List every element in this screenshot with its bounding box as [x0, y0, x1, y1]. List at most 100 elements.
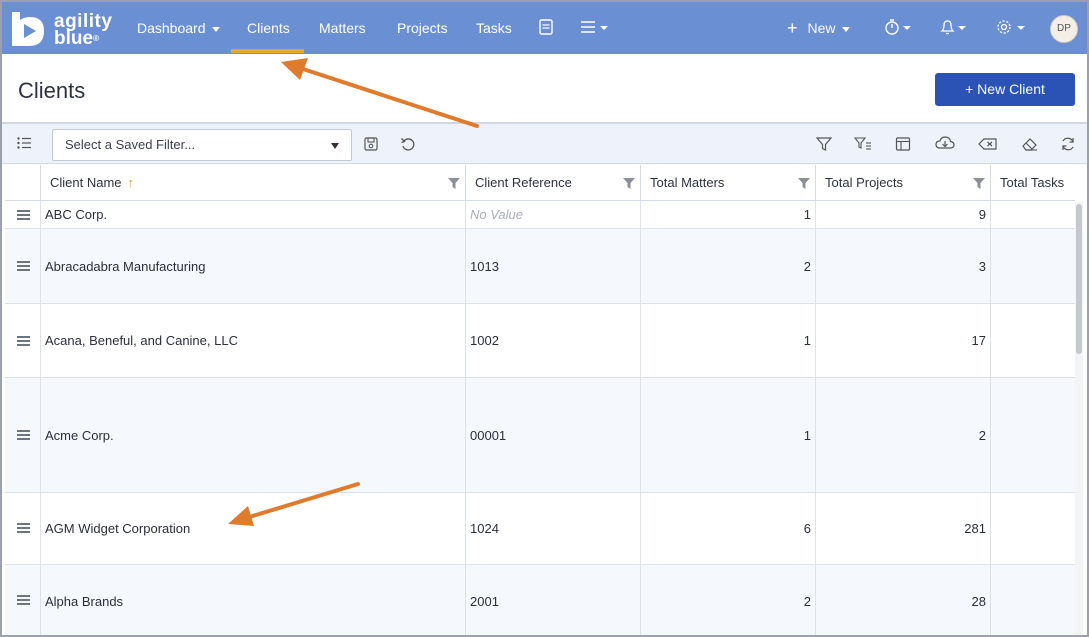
new-client-button[interactable]: + New Client: [935, 73, 1075, 106]
menu-icon[interactable]: [580, 18, 610, 38]
cell-total-tasks: [990, 493, 1075, 564]
saved-filter-placeholder: Select a Saved Filter...: [65, 137, 196, 152]
logo-mark-icon: [8, 10, 50, 50]
cell-total-tasks: [990, 201, 1075, 228]
documents-icon[interactable]: [537, 18, 557, 38]
save-icon[interactable]: [363, 136, 381, 154]
list-icon[interactable]: [16, 135, 34, 153]
nav-clients[interactable]: Clients: [247, 2, 290, 54]
sort-ascending-icon[interactable]: ↑: [128, 175, 135, 190]
column-header-label: Total Matters: [650, 175, 725, 190]
page-title: Clients: [18, 78, 86, 103]
timer-icon[interactable]: [884, 18, 912, 38]
cell-total-tasks: [990, 378, 1075, 492]
nav-dashboard[interactable]: Dashboard: [137, 2, 220, 54]
registered-mark: ®: [93, 33, 99, 43]
active-tab-indicator: [231, 49, 304, 53]
user-avatar[interactable]: DP: [1050, 15, 1078, 43]
column-filter-icon[interactable]: [973, 178, 985, 189]
chevron-down-icon: [211, 26, 220, 32]
cell-client-name[interactable]: AGM Widget Corporation: [40, 493, 465, 564]
filter-list-icon[interactable]: [853, 136, 872, 154]
cell-client-name[interactable]: Acme Corp.: [40, 378, 465, 492]
column-header-total-tasks[interactable]: Total Tasks: [990, 165, 1075, 201]
column-header-total-matters[interactable]: Total Matters: [640, 165, 815, 201]
cell-total-projects: 2: [815, 378, 990, 492]
vertical-scrollbar[interactable]: [1075, 202, 1083, 635]
refresh-icon[interactable]: [1060, 136, 1078, 154]
cell-total-matters: 1: [640, 304, 815, 377]
top-navigation-bar: agility blue® Dashboard Clients Matters …: [2, 2, 1087, 54]
logo-text-line2: blue: [54, 27, 94, 49]
clients-grid: Client Name ↑ Client Reference Total Matt…: [5, 165, 1075, 635]
nav-matters-label: Matters: [319, 20, 366, 36]
column-header-client-reference[interactable]: Client Reference: [465, 165, 640, 201]
cell-client-reference: 00001: [465, 378, 640, 492]
cell-client-name[interactable]: Acana, Beneful, and Canine, LLC: [40, 304, 465, 377]
nav-tasks[interactable]: Tasks: [476, 2, 512, 54]
cell-client-reference: 1013: [465, 229, 640, 303]
column-header-label: Client Name: [50, 175, 122, 190]
cell-total-projects: 281: [815, 493, 990, 564]
cell-total-projects: 17: [815, 304, 990, 377]
dropdown-caret-icon: [331, 143, 339, 149]
nav-projects-label: Projects: [397, 20, 448, 36]
columns-icon[interactable]: [895, 136, 913, 154]
saved-filter-select[interactable]: Select a Saved Filter...: [52, 129, 352, 161]
chevron-down-icon: [841, 26, 850, 32]
cell-client-reference: 2001: [465, 565, 640, 635]
nav-projects[interactable]: Projects: [397, 2, 448, 54]
drag-handle-icon[interactable]: [17, 261, 30, 271]
annotation-arrow-icon: [281, 58, 479, 128]
drag-handle-icon[interactable]: [17, 523, 30, 533]
settings-gear-icon[interactable]: [996, 18, 1026, 38]
cell-total-matters: 2: [640, 229, 815, 303]
eraser-icon[interactable]: [1020, 136, 1038, 154]
table-row[interactable]: Acana, Beneful, and Canine, LLC 1002 1 1…: [5, 304, 1075, 378]
column-filter-icon[interactable]: [623, 178, 635, 189]
column-header-label: Client Reference: [475, 175, 572, 190]
column-header-client-name[interactable]: Client Name ↑: [40, 165, 465, 201]
cell-client-name[interactable]: Abracadabra Manufacturing: [40, 229, 465, 303]
cloud-download-icon[interactable]: [935, 135, 955, 153]
cell-total-matters: 1: [640, 378, 815, 492]
app-window: agility blue® Dashboard Clients Matters …: [0, 0, 1089, 637]
column-filter-icon[interactable]: [798, 178, 810, 189]
column-header-label: Total Projects: [825, 175, 904, 190]
grid-header-row: Client Name ↑ Client Reference Total Matt…: [5, 165, 1075, 201]
clear-icon[interactable]: [978, 136, 998, 154]
drag-handle-icon[interactable]: [17, 595, 30, 605]
table-row[interactable]: Acme Corp. 00001 1 2: [5, 378, 1075, 493]
drag-handle-icon[interactable]: [17, 210, 30, 220]
cell-total-tasks: [990, 565, 1075, 635]
cell-total-matters: 1: [640, 201, 815, 228]
nav-clients-label: Clients: [247, 20, 290, 36]
cell-total-tasks: [990, 304, 1075, 377]
table-row[interactable]: AGM Widget Corporation 1024 6 281: [5, 493, 1075, 565]
undo-icon[interactable]: [400, 136, 418, 154]
scrollbar-thumb[interactable]: [1076, 204, 1082, 354]
cell-client-name[interactable]: ABC Corp.: [40, 201, 465, 228]
agility-blue-logo[interactable]: agility blue®: [8, 10, 112, 50]
column-header-total-projects[interactable]: Total Projects: [815, 165, 990, 201]
cell-total-projects: 28: [815, 565, 990, 635]
nav-dashboard-label: Dashboard: [137, 20, 206, 36]
cell-total-matters: 2: [640, 565, 815, 635]
notifications-bell-icon[interactable]: [939, 18, 967, 38]
drag-handle-icon[interactable]: [17, 336, 30, 346]
nav-matters[interactable]: Matters: [319, 2, 366, 54]
filter-icon[interactable]: [815, 136, 833, 154]
new-menu[interactable]: + New: [787, 2, 850, 54]
cell-client-reference: No Value: [465, 201, 640, 228]
column-header-label: Total Tasks: [1000, 175, 1065, 190]
column-filter-icon[interactable]: [448, 178, 460, 189]
cell-client-name[interactable]: Alpha Brands: [40, 565, 465, 635]
cell-client-reference: 1024: [465, 493, 640, 564]
table-row[interactable]: Abracadabra Manufacturing 1013 2 3: [5, 229, 1075, 304]
cell-total-projects: 3: [815, 229, 990, 303]
table-row[interactable]: ABC Corp. No Value 1 9: [5, 201, 1075, 229]
drag-handle-icon[interactable]: [17, 430, 30, 440]
cell-total-matters: 6: [640, 493, 815, 564]
cell-total-projects: 9: [815, 201, 990, 228]
table-row[interactable]: Alpha Brands 2001 2 28: [5, 565, 1075, 635]
